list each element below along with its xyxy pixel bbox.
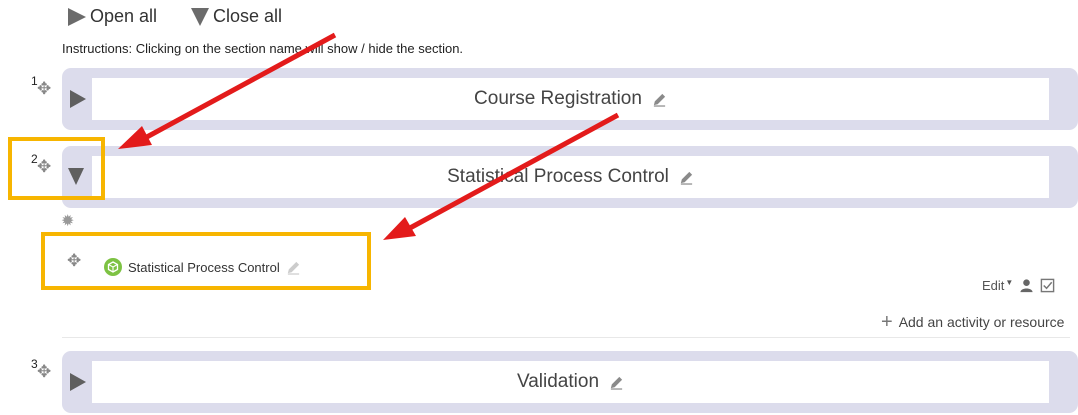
red-arrow-toggle bbox=[118, 32, 337, 149]
red-arrow-activity bbox=[383, 112, 620, 240]
annotation-arrows bbox=[118, 32, 620, 240]
